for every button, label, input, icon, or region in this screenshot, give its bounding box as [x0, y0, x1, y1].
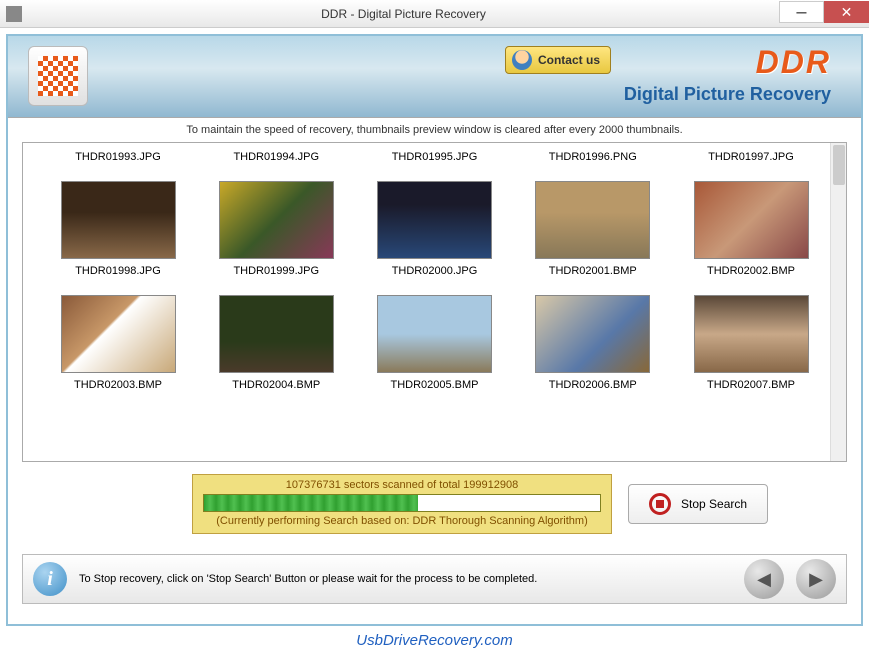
thumbnail-image	[377, 181, 492, 259]
thumbnail-image	[61, 295, 176, 373]
stop-search-button[interactable]: Stop Search	[628, 484, 768, 524]
thumbnail-item[interactable]: THDR02003.BMP	[43, 295, 193, 391]
app-icon	[6, 6, 22, 22]
thumbnail-label: THDR02004.BMP	[201, 379, 351, 391]
thumbnail-item[interactable]: THDR01997.JPG	[676, 151, 826, 163]
titlebar: DDR - Digital Picture Recovery ─ ✕	[0, 0, 869, 28]
thumbnail-label: THDR01995.JPG	[360, 151, 510, 163]
contact-label: Contact us	[538, 53, 600, 67]
thumbnail-label: THDR01993.JPG	[43, 151, 193, 163]
thumbnail-label: THDR02000.JPG	[360, 265, 510, 277]
thumbnail-image	[219, 295, 334, 373]
thumbnail-label: THDR02006.BMP	[518, 379, 668, 391]
thumbnail-item[interactable]: THDR01998.JPG	[43, 181, 193, 277]
thumbnail-item[interactable]: THDR02002.BMP	[676, 181, 826, 277]
thumbnail-label: THDR01997.JPG	[676, 151, 826, 163]
thumbnail-item[interactable]: THDR02007.BMP	[676, 295, 826, 391]
back-button[interactable]: ◀	[744, 559, 784, 599]
progress-fill	[204, 495, 418, 511]
close-button[interactable]: ✕	[824, 1, 869, 23]
person-icon	[512, 50, 532, 70]
thumbnail-item[interactable]: THDR01996.PNG	[518, 151, 668, 163]
stop-icon	[649, 493, 671, 515]
thumbnail-image	[377, 295, 492, 373]
brand-logo: DDR	[756, 44, 831, 81]
thumbnail-label: THDR01994.JPG	[201, 151, 351, 163]
thumbnail-item[interactable]: THDR01993.JPG	[43, 151, 193, 163]
thumbnail-label: THDR02003.BMP	[43, 379, 193, 391]
thumbnail-item[interactable]: THDR01999.JPG	[201, 181, 351, 277]
thumbnail-image	[535, 181, 650, 259]
thumbnail-label: THDR01999.JPG	[201, 265, 351, 277]
main-window: Contact us DDR Digital Picture Recovery …	[6, 34, 863, 626]
thumbnail-image	[694, 181, 809, 259]
progress-subtext: (Currently performing Search based on: D…	[203, 515, 601, 527]
thumbnail-label: THDR02002.BMP	[676, 265, 826, 277]
brand-subtitle: Digital Picture Recovery	[624, 84, 831, 105]
thumbnail-item[interactable]: THDR02000.JPG	[360, 181, 510, 277]
info-notice: To maintain the speed of recovery, thumb…	[8, 118, 861, 142]
app-logo	[28, 46, 88, 106]
contact-us-button[interactable]: Contact us	[505, 46, 611, 74]
thumbnails-panel: THDR01993.JPG THDR01994.JPG THDR01995.JPG T…	[22, 142, 847, 462]
thumbnail-label: THDR02007.BMP	[676, 379, 826, 391]
progress-row: 107376731 sectors scanned of total 19991…	[22, 474, 847, 534]
thumbnail-image	[694, 295, 809, 373]
thumbnail-label: THDR01996.PNG	[518, 151, 668, 163]
thumbnail-image	[61, 181, 176, 259]
thumbnail-label: THDR02001.BMP	[518, 265, 668, 277]
footer-tip: To Stop recovery, click on 'Stop Search'…	[79, 573, 732, 585]
thumbnail-item[interactable]: THDR02004.BMP	[201, 295, 351, 391]
thumbnail-item[interactable]: THDR01994.JPG	[201, 151, 351, 163]
minimize-button[interactable]: ─	[779, 1, 824, 23]
progress-box: 107376731 sectors scanned of total 19991…	[192, 474, 612, 534]
thumbnail-item[interactable]: THDR01995.JPG	[360, 151, 510, 163]
progress-text: 107376731 sectors scanned of total 19991…	[203, 479, 601, 491]
thumbnail-image	[535, 295, 650, 373]
info-icon: i	[33, 562, 67, 596]
thumbnail-item[interactable]: THDR02006.BMP	[518, 295, 668, 391]
footer-bar: i To Stop recovery, click on 'Stop Searc…	[22, 554, 847, 604]
stop-label: Stop Search	[681, 497, 747, 511]
thumbnail-label: THDR02005.BMP	[360, 379, 510, 391]
progress-bar	[203, 494, 601, 512]
thumbnail-item[interactable]: THDR02001.BMP	[518, 181, 668, 277]
scrollbar[interactable]	[830, 143, 846, 461]
window-title: DDR - Digital Picture Recovery	[28, 7, 779, 21]
thumbnail-item[interactable]: THDR02005.BMP	[360, 295, 510, 391]
forward-button[interactable]: ▶	[796, 559, 836, 599]
thumbnail-image	[219, 181, 334, 259]
header-banner: Contact us DDR Digital Picture Recovery	[8, 36, 861, 118]
thumbnail-label: THDR01998.JPG	[43, 265, 193, 277]
